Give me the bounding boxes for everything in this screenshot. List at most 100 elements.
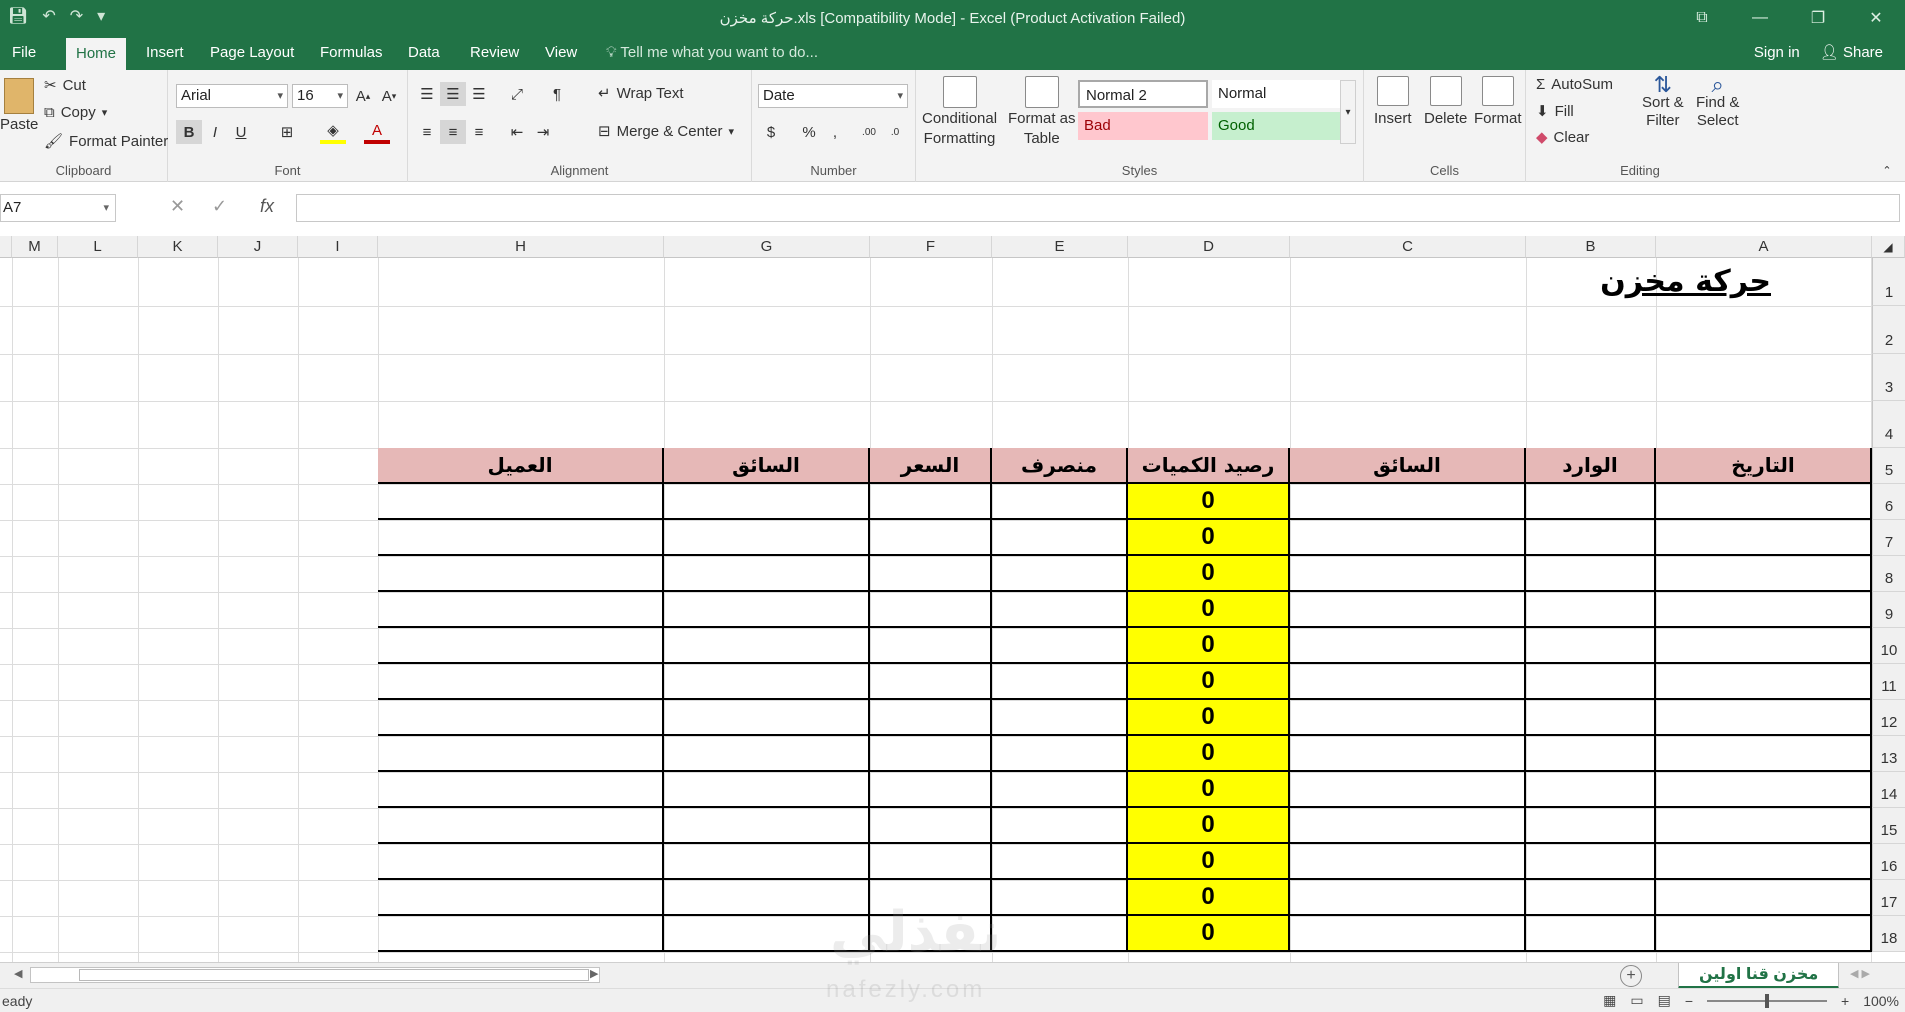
- column-header-h[interactable]: H: [378, 236, 664, 258]
- fill-color-icon[interactable]: ◈: [320, 120, 346, 144]
- table-cell[interactable]: [1290, 664, 1526, 700]
- table-cell[interactable]: [870, 808, 992, 844]
- table-cell[interactable]: [1656, 772, 1872, 808]
- table-cell[interactable]: [870, 484, 992, 520]
- insert-cells-button[interactable]: Insert: [1374, 76, 1412, 127]
- name-box[interactable]: A7: [0, 194, 116, 222]
- merge-center-button[interactable]: ⊟ Merge & Center ▾: [598, 122, 734, 141]
- wrap-text-button[interactable]: ↵ Wrap Text: [598, 84, 684, 103]
- table-cell[interactable]: [1526, 556, 1656, 592]
- table-cell[interactable]: [1526, 664, 1656, 700]
- paste-button[interactable]: Paste: [0, 78, 38, 133]
- sheet-nav-icon[interactable]: ◀ ▶: [1850, 967, 1870, 980]
- table-cell[interactable]: [1526, 916, 1656, 952]
- table-cell[interactable]: [1526, 700, 1656, 736]
- row-header[interactable]: 6: [1872, 484, 1905, 520]
- increase-font-icon[interactable]: A ▴: [350, 84, 376, 108]
- copy-button[interactable]: ⧉ Copy ▾: [44, 104, 107, 121]
- table-cell[interactable]: [1526, 484, 1656, 520]
- increase-decimal-icon[interactable]: .00: [856, 120, 882, 144]
- table-cell[interactable]: [992, 520, 1128, 556]
- balance-cell[interactable]: 0: [1128, 664, 1290, 700]
- percent-icon[interactable]: %: [796, 120, 822, 144]
- table-cell[interactable]: [870, 592, 992, 628]
- table-cell[interactable]: [992, 700, 1128, 736]
- table-cell[interactable]: [378, 916, 664, 952]
- table-cell[interactable]: [378, 772, 664, 808]
- cut-button[interactable]: ✂ Cut: [44, 76, 86, 95]
- row-header[interactable]: 18: [1872, 916, 1905, 952]
- balance-cell[interactable]: 0: [1128, 880, 1290, 916]
- row-header[interactable]: 2: [1872, 306, 1905, 354]
- table-cell[interactable]: [378, 700, 664, 736]
- table-cell[interactable]: [992, 664, 1128, 700]
- table-cell[interactable]: [378, 592, 664, 628]
- row-header[interactable]: 17: [1872, 880, 1905, 916]
- table-cell[interactable]: [1656, 880, 1872, 916]
- column-header-l[interactable]: L: [58, 236, 138, 258]
- bold-button[interactable]: B: [176, 120, 202, 144]
- horizontal-scrollbar[interactable]: [30, 967, 600, 983]
- column-header-k[interactable]: K: [138, 236, 218, 258]
- styles-more-icon[interactable]: ▾: [1340, 80, 1356, 144]
- collapse-ribbon-icon[interactable]: ⌃: [1874, 158, 1900, 182]
- tab-formulas[interactable]: Formulas: [310, 36, 393, 70]
- scroll-left-icon[interactable]: ◀: [14, 967, 22, 980]
- balance-cell[interactable]: 0: [1128, 808, 1290, 844]
- table-cell[interactable]: [664, 556, 870, 592]
- table-cell[interactable]: [992, 592, 1128, 628]
- table-cell[interactable]: [378, 880, 664, 916]
- italic-button[interactable]: I: [202, 120, 228, 144]
- table-cell[interactable]: [1526, 772, 1656, 808]
- table-cell[interactable]: [1526, 592, 1656, 628]
- borders-icon[interactable]: ⊞: [274, 120, 300, 144]
- scroll-right-icon[interactable]: ▶: [590, 967, 598, 980]
- fill-button[interactable]: ⬇ Fill: [1536, 102, 1574, 121]
- table-cell[interactable]: [1656, 520, 1872, 556]
- normal-view-icon[interactable]: ▦: [1603, 992, 1616, 1009]
- table-cell[interactable]: [1290, 484, 1526, 520]
- table-cell[interactable]: [1656, 844, 1872, 880]
- table-cell[interactable]: [1656, 808, 1872, 844]
- table-cell[interactable]: [1526, 844, 1656, 880]
- table-cell[interactable]: [870, 556, 992, 592]
- table-cell[interactable]: [1290, 520, 1526, 556]
- balance-cell[interactable]: 0: [1128, 484, 1290, 520]
- column-header-a[interactable]: A: [1656, 236, 1872, 258]
- balance-cell[interactable]: 0: [1128, 520, 1290, 556]
- font-color-icon[interactable]: A: [364, 120, 390, 144]
- balance-cell[interactable]: 0: [1128, 916, 1290, 952]
- table-cell[interactable]: [992, 484, 1128, 520]
- sheet-tab-active[interactable]: مخزن قنا اولين: [1678, 963, 1840, 989]
- balance-cell[interactable]: 0: [1128, 556, 1290, 592]
- table-cell[interactable]: [664, 700, 870, 736]
- column-header-e[interactable]: E: [992, 236, 1128, 258]
- table-cell[interactable]: [378, 808, 664, 844]
- zoom-slider[interactable]: [1707, 993, 1827, 1008]
- column-header-b[interactable]: B: [1526, 236, 1656, 258]
- column-header-m[interactable]: M: [12, 236, 58, 258]
- header-cell-balance[interactable]: رصيد الكميات: [1128, 448, 1290, 484]
- cancel-icon[interactable]: ✕: [170, 196, 185, 217]
- table-cell[interactable]: [992, 808, 1128, 844]
- header-cell-date[interactable]: التاريخ: [1656, 448, 1872, 484]
- table-cell[interactable]: [1290, 592, 1526, 628]
- insert-function-icon[interactable]: fx: [260, 196, 274, 217]
- align-top-icon[interactable]: ☰: [414, 82, 440, 106]
- table-cell[interactable]: [1290, 916, 1526, 952]
- underline-button[interactable]: U: [228, 120, 254, 144]
- table-cell[interactable]: [1290, 772, 1526, 808]
- table-cell[interactable]: [870, 628, 992, 664]
- table-cell[interactable]: [1526, 628, 1656, 664]
- table-cell[interactable]: [378, 556, 664, 592]
- table-cell[interactable]: [1656, 700, 1872, 736]
- align-left-icon[interactable]: ≡: [414, 120, 440, 144]
- table-cell[interactable]: [1656, 592, 1872, 628]
- balance-cell[interactable]: 0: [1128, 772, 1290, 808]
- text-direction-icon[interactable]: ¶: [544, 82, 570, 106]
- row-header[interactable]: 10: [1872, 628, 1905, 664]
- ribbon-display-icon[interactable]: ⧉: [1673, 0, 1731, 36]
- table-cell[interactable]: [1290, 808, 1526, 844]
- style-good[interactable]: Good: [1212, 112, 1340, 140]
- balance-cell[interactable]: 0: [1128, 736, 1290, 772]
